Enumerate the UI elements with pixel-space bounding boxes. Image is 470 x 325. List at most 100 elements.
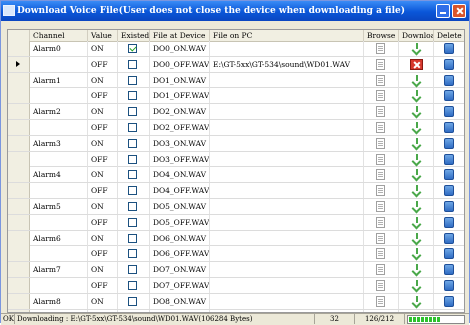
table-row[interactable]: Alarm7ONDO7_ON.WAV — [8, 262, 465, 278]
file-browse-icon[interactable] — [376, 59, 385, 70]
delete-bin-icon[interactable] — [444, 280, 454, 291]
file-on-pc-cell[interactable] — [210, 278, 364, 293]
delete-bin-icon[interactable] — [444, 201, 454, 212]
row-header[interactable] — [8, 152, 30, 167]
delete-bin-icon[interactable] — [444, 138, 454, 149]
table-row[interactable]: OFFDO7_OFF.WAV — [8, 278, 465, 294]
table-row[interactable]: Alarm5ONDO5_ON.WAV — [8, 199, 465, 215]
row-header[interactable] — [8, 167, 30, 182]
existed-checkbox[interactable] — [128, 249, 137, 258]
file-on-pc-cell[interactable]: E:\GT-5xx\GT-534\sound\WD01.WAV — [210, 57, 364, 72]
file-on-pc-cell[interactable] — [210, 104, 364, 119]
existed-checkbox[interactable] — [128, 186, 137, 195]
existed-checkbox[interactable] — [128, 139, 137, 148]
file-on-pc-cell[interactable] — [210, 152, 364, 167]
table-row[interactable]: OFFDO2_OFF.WAV — [8, 120, 465, 136]
file-on-pc-cell[interactable] — [210, 88, 364, 103]
file-browse-icon[interactable] — [376, 296, 385, 307]
file-browse-icon[interactable] — [376, 217, 385, 228]
file-browse-icon[interactable] — [376, 280, 385, 291]
download-arrow-icon[interactable] — [412, 43, 422, 54]
delete-bin-icon[interactable] — [444, 264, 454, 275]
row-header[interactable] — [8, 73, 30, 88]
file-browse-icon[interactable] — [376, 201, 385, 212]
download-arrow-icon[interactable] — [412, 90, 422, 101]
row-header[interactable] — [8, 278, 30, 293]
file-on-pc-cell[interactable] — [210, 120, 364, 135]
row-header[interactable] — [8, 215, 30, 230]
table-row[interactable]: Alarm0ONDO0_ON.WAV — [8, 41, 465, 57]
delete-bin-icon[interactable] — [444, 233, 454, 244]
table-row[interactable]: OFFDO1_OFF.WAV — [8, 88, 465, 104]
table-row[interactable]: Alarm2ONDO2_ON.WAV — [8, 104, 465, 120]
delete-bin-icon[interactable] — [444, 106, 454, 117]
download-arrow-icon[interactable] — [412, 154, 422, 165]
row-header[interactable] — [8, 294, 30, 309]
file-browse-icon[interactable] — [376, 106, 385, 117]
download-arrow-icon[interactable] — [412, 185, 422, 196]
existed-checkbox[interactable] — [128, 60, 137, 69]
download-arrow-icon[interactable] — [412, 248, 422, 259]
file-browse-icon[interactable] — [376, 264, 385, 275]
download-arrow-icon[interactable] — [412, 201, 422, 212]
existed-checkbox[interactable] — [128, 202, 137, 211]
existed-checkbox[interactable] — [128, 281, 137, 290]
table-row[interactable]: Alarm1ONDO1_ON.WAV — [8, 73, 465, 89]
minimize-button[interactable] — [436, 4, 450, 18]
column-header-value[interactable]: Value — [88, 30, 118, 41]
download-arrow-icon[interactable] — [412, 169, 422, 180]
delete-bin-icon[interactable] — [444, 122, 454, 133]
file-on-pc-cell[interactable] — [210, 262, 364, 277]
file-on-pc-cell[interactable] — [210, 246, 364, 261]
file-browse-icon[interactable] — [376, 138, 385, 149]
table-row[interactable]: OFFDO6_OFF.WAV — [8, 246, 465, 262]
delete-bin-icon[interactable] — [444, 154, 454, 165]
existed-checkbox[interactable] — [128, 91, 137, 100]
download-arrow-icon[interactable] — [412, 75, 422, 86]
table-row[interactable]: Alarm4ONDO4_ON.WAV — [8, 167, 465, 183]
row-header[interactable] — [8, 104, 30, 119]
delete-bin-icon[interactable] — [444, 169, 454, 180]
download-arrow-icon[interactable] — [412, 233, 422, 244]
download-error-icon[interactable] — [410, 59, 423, 70]
table-row[interactable]: OFFDO3_OFF.WAV — [8, 152, 465, 168]
column-header-download[interactable]: Download — [399, 30, 434, 41]
row-header[interactable] — [8, 41, 30, 56]
download-arrow-icon[interactable] — [412, 217, 422, 228]
title-bar[interactable]: Download Voice File(User does not close … — [1, 1, 469, 21]
row-header[interactable] — [8, 136, 30, 151]
row-header[interactable] — [8, 262, 30, 277]
existed-checkbox[interactable] — [128, 218, 137, 227]
file-on-pc-cell[interactable] — [210, 294, 364, 309]
file-browse-icon[interactable] — [376, 154, 385, 165]
delete-bin-icon[interactable] — [444, 90, 454, 101]
delete-bin-icon[interactable] — [444, 296, 454, 307]
download-arrow-icon[interactable] — [412, 138, 422, 149]
file-on-pc-cell[interactable] — [210, 199, 364, 214]
column-header-browse[interactable]: Browse — [364, 30, 399, 41]
existed-checkbox[interactable] — [128, 123, 137, 132]
column-header-file-on-pc[interactable]: File on PC — [210, 30, 364, 41]
delete-bin-icon[interactable] — [444, 43, 454, 54]
table-row[interactable]: OFFDO0_OFF.WAVE:\GT-5xx\GT-534\sound\WD0… — [8, 57, 465, 73]
existed-checkbox[interactable] — [128, 170, 137, 179]
file-browse-icon[interactable] — [376, 248, 385, 259]
table-row[interactable]: Alarm6ONDO6_ON.WAV — [8, 231, 465, 247]
column-header-file-at-device[interactable]: File at Device — [150, 30, 210, 41]
existed-checkbox[interactable] — [128, 234, 137, 243]
close-button[interactable] — [452, 4, 466, 18]
download-arrow-icon[interactable] — [412, 106, 422, 117]
delete-bin-icon[interactable] — [444, 217, 454, 228]
existed-checkbox[interactable] — [128, 265, 137, 274]
download-arrow-icon[interactable] — [412, 296, 422, 307]
existed-checkbox[interactable] — [128, 107, 137, 116]
delete-bin-icon[interactable] — [444, 75, 454, 86]
column-header-delete[interactable]: Delete — [434, 30, 465, 41]
download-arrow-icon[interactable] — [412, 264, 422, 275]
delete-bin-icon[interactable] — [444, 248, 454, 259]
delete-bin-icon[interactable] — [444, 59, 454, 70]
file-on-pc-cell[interactable] — [210, 136, 364, 151]
row-header[interactable] — [8, 120, 30, 135]
row-header[interactable] — [8, 246, 30, 261]
file-on-pc-cell[interactable] — [210, 183, 364, 198]
